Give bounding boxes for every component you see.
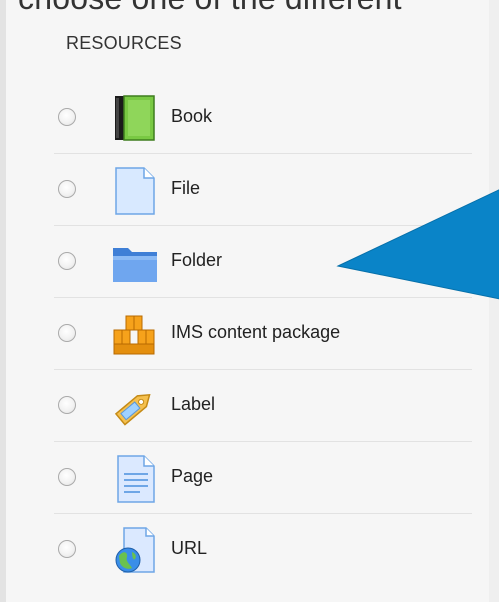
resource-item-page[interactable]: Page [6, 444, 476, 516]
resource-label-page: Page [171, 466, 214, 486]
radio-book[interactable] [58, 108, 76, 126]
instruction-text: choose one of the different [18, 0, 402, 17]
divider [54, 297, 472, 298]
radio-folder[interactable] [58, 252, 76, 270]
divider [54, 441, 472, 442]
divider [54, 225, 472, 226]
divider [54, 369, 472, 370]
page-icon [110, 454, 160, 504]
url-globe-icon [110, 526, 160, 576]
resource-item-book[interactable]: Book [6, 84, 476, 156]
resource-item-label[interactable]: Label [6, 372, 476, 444]
section-title-resources: RESOURCES [66, 33, 182, 53]
radio-ims-content-package[interactable] [58, 324, 76, 342]
radio-file[interactable] [58, 180, 76, 198]
resource-item-url[interactable]: URL [6, 516, 476, 588]
radio-url[interactable] [58, 540, 76, 558]
resource-chooser-panel: choose one of the different RESOURCES Bo… [0, 0, 499, 602]
file-icon [110, 166, 160, 216]
resource-label-book: Book [171, 106, 213, 126]
radio-label[interactable] [58, 396, 76, 414]
label-tag-icon [110, 382, 160, 432]
divider [54, 513, 472, 514]
ims-package-icon [110, 310, 160, 360]
resource-item-ims-content-package[interactable]: IMS content package [6, 300, 476, 372]
resource-label-ims-content-package: IMS content package [171, 322, 341, 342]
panel-right-edge [489, 0, 499, 602]
resource-item-folder[interactable]: Folder [6, 228, 476, 300]
folder-icon [110, 238, 160, 288]
divider [54, 153, 472, 154]
radio-page[interactable] [58, 468, 76, 486]
resource-item-file[interactable]: File [6, 156, 476, 228]
resource-label-url: URL [171, 538, 208, 558]
resource-label-folder: Folder [171, 250, 223, 270]
resource-label-file: File [171, 178, 201, 198]
resource-label-label: Label [171, 394, 216, 414]
book-icon [110, 94, 160, 144]
